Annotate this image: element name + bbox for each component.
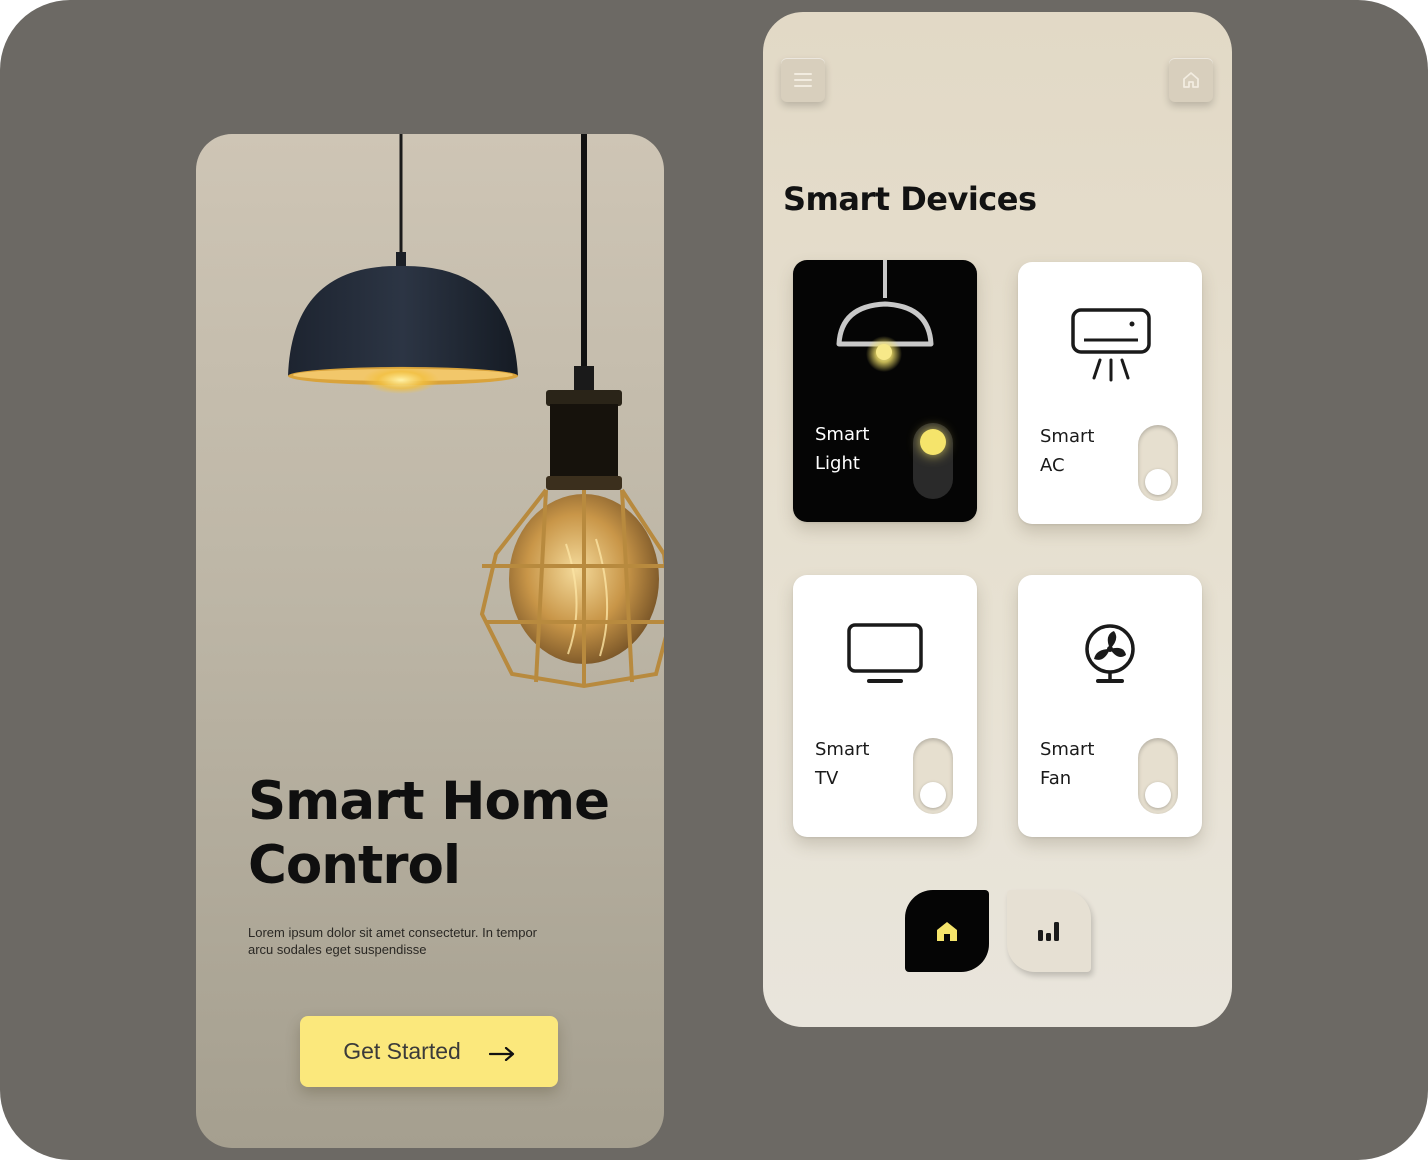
- tv-icon: [847, 623, 923, 683]
- nav-stats-button[interactable]: [1007, 890, 1091, 972]
- canvas: Smart Home Control Lorem ipsum dolor sit…: [0, 0, 1428, 1160]
- device-label: Smart Fan: [1040, 739, 1095, 789]
- toggle-knob: [1145, 782, 1171, 808]
- device-card-smart-tv[interactable]: Smart TV: [793, 575, 977, 837]
- device-label: Smart AC: [1040, 426, 1095, 476]
- pendant-lamp-icon: [836, 260, 934, 372]
- bar-chart-icon: [1038, 922, 1059, 941]
- menu-icon: [794, 73, 812, 87]
- hero-title-line2: Control: [248, 835, 461, 896]
- device-card-smart-ac[interactable]: Smart AC: [1018, 262, 1202, 524]
- device-label: Smart TV: [815, 739, 870, 789]
- device-toggle[interactable]: [913, 423, 953, 499]
- device-card-smart-light[interactable]: Smart Light: [793, 260, 977, 522]
- onboarding-screen: Smart Home Control Lorem ipsum dolor sit…: [196, 134, 664, 1148]
- fan-icon: [1085, 624, 1135, 683]
- menu-button[interactable]: [781, 58, 825, 102]
- get-started-button[interactable]: Get Started: [300, 1016, 558, 1087]
- hero-title: Smart Home Control: [248, 770, 648, 898]
- arrow-right-icon: [488, 1039, 515, 1065]
- toggle-knob: [920, 429, 946, 455]
- toggle-knob: [1145, 469, 1171, 495]
- section-title: Smart Devices: [783, 180, 1037, 218]
- dashboard-screen: Smart Devices Smart Light Smart AC Smart…: [763, 12, 1232, 1027]
- device-card-smart-fan[interactable]: Smart Fan: [1018, 575, 1202, 837]
- device-label: Smart Light: [815, 424, 870, 474]
- home-button[interactable]: [1169, 58, 1213, 102]
- home-icon: [937, 922, 957, 941]
- get-started-label: Get Started: [343, 1038, 461, 1064]
- home-icon: [1183, 72, 1199, 88]
- air-conditioner-icon: [1071, 308, 1151, 382]
- device-toggle[interactable]: [1138, 738, 1178, 814]
- nav-home-button[interactable]: [905, 890, 989, 972]
- device-toggle[interactable]: [1138, 425, 1178, 501]
- hero-subtitle: Lorem ipsum dolor sit amet consectetur. …: [248, 925, 538, 957]
- hero-title-line1: Smart Home: [248, 771, 610, 832]
- pendant-lamps-illustration: [288, 134, 664, 689]
- device-toggle[interactable]: [913, 738, 953, 814]
- toggle-knob: [920, 782, 946, 808]
